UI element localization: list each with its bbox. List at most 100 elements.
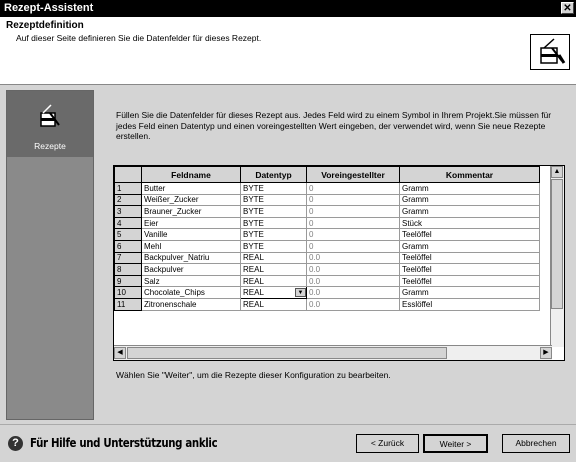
arrow-up-icon: ▲ xyxy=(553,168,561,175)
table-row[interactable]: 6 Mehl BYTE 0 Gramm xyxy=(114,239,540,253)
datentyp-cell[interactable]: REAL xyxy=(240,297,307,311)
feldname-cell[interactable]: Backpulver_Natriu xyxy=(141,251,241,265)
row-number: 2 xyxy=(114,193,142,207)
feldname-cell[interactable]: Chocolate_Chips xyxy=(141,286,241,299)
voreingestellter-cell[interactable]: 0 xyxy=(306,182,400,195)
chevron-down-icon[interactable]: ▼ xyxy=(295,288,306,298)
vertical-scroll-thumb[interactable] xyxy=(551,179,563,309)
close-icon: ✕ xyxy=(563,3,572,14)
datentyp-cell[interactable]: BYTE xyxy=(240,216,307,230)
scroll-left-button[interactable]: ◀ xyxy=(114,347,126,359)
window-title: Rezept-Assistent xyxy=(4,2,94,14)
datentyp-cell[interactable]: REAL xyxy=(240,251,307,265)
column-header-kommentar[interactable]: Kommentar xyxy=(399,166,540,183)
sidebar-item-label: Rezepte xyxy=(34,141,66,151)
voreingestellter-cell[interactable]: 0 xyxy=(306,193,400,207)
row-number: 9 xyxy=(114,274,142,288)
table-row[interactable]: 10 Chocolate_Chips REAL ▼ 0.0 Gramm xyxy=(114,286,540,299)
scroll-right-button[interactable]: ▶ xyxy=(540,347,552,359)
voreingestellter-cell[interactable]: 0 xyxy=(306,239,400,253)
voreingestellter-cell[interactable]: 0 xyxy=(306,205,400,218)
table-row[interactable]: 8 Backpulver REAL 0.0 Teelöffel xyxy=(114,263,540,276)
horizontal-scrollbar[interactable]: ◀ ▶ xyxy=(114,345,552,360)
feldname-cell[interactable]: Mehl xyxy=(141,239,241,253)
cancel-button[interactable]: Abbrechen xyxy=(502,434,570,453)
feldname-cell[interactable]: Zitronenschale xyxy=(141,297,241,311)
recipe-fields-table: Feldname Datentyp Voreingestellter Komme… xyxy=(113,165,565,361)
row-number: 8 xyxy=(114,263,142,276)
help-icon[interactable]: ? xyxy=(8,436,23,451)
table-row[interactable]: 7 Backpulver_Natriu REAL 0.0 Teelöffel xyxy=(114,251,540,265)
table-row[interactable]: 1 Butter BYTE 0 Gramm xyxy=(114,182,540,195)
table-row[interactable]: 2 Weißer_Zucker BYTE 0 Gramm xyxy=(114,193,540,207)
row-number: 7 xyxy=(114,251,142,265)
column-header-datentyp[interactable]: Datentyp xyxy=(240,166,307,183)
row-number-header xyxy=(114,166,142,183)
help-link[interactable]: Für Hilfe und Unterstützung anklic xyxy=(30,436,218,450)
datentyp-cell[interactable]: BYTE xyxy=(240,228,307,241)
kommentar-cell[interactable]: Teelöffel xyxy=(399,274,540,288)
table-row[interactable]: 4 Eier BYTE 0 Stück xyxy=(114,216,540,230)
table-row[interactable]: 3 Brauner_Zucker BYTE 0 Gramm xyxy=(114,205,540,218)
recipe-icon xyxy=(37,103,63,131)
data-grid: Feldname Datentyp Voreingestellter Komme… xyxy=(114,166,540,311)
kommentar-cell[interactable]: Stück xyxy=(399,216,540,230)
kommentar-cell[interactable]: Teelöffel xyxy=(399,251,540,265)
datentyp-cell[interactable]: REAL xyxy=(240,263,307,276)
datentyp-cell[interactable]: BYTE xyxy=(240,239,307,253)
column-header-feldname[interactable]: Feldname xyxy=(141,166,241,183)
datentyp-cell[interactable]: REAL xyxy=(240,274,307,288)
kommentar-cell[interactable]: Teelöffel xyxy=(399,263,540,276)
back-button[interactable]: < Zurück xyxy=(356,434,419,453)
table-row[interactable]: 5 Vanille BYTE 0 Teelöffel xyxy=(114,228,540,241)
datentyp-value: REAL xyxy=(243,288,264,298)
table-row[interactable]: 9 Salz REAL 0.0 Teelöffel xyxy=(114,274,540,288)
kommentar-cell[interactable]: Gramm xyxy=(399,193,540,207)
feldname-cell[interactable]: Salz xyxy=(141,274,241,288)
kommentar-cell[interactable]: Gramm xyxy=(399,239,540,253)
kommentar-cell[interactable]: Teelöffel xyxy=(399,228,540,241)
feldname-cell[interactable]: Weißer_Zucker xyxy=(141,193,241,207)
voreingestellter-cell[interactable]: 0.0 xyxy=(306,263,400,276)
table-row[interactable]: 11 Zitronenschale REAL 0.0 Esslöffel xyxy=(114,297,540,311)
scroll-up-button[interactable]: ▲ xyxy=(551,166,563,178)
row-number: 3 xyxy=(114,205,142,218)
intro-text: Füllen Sie die Datenfelder für dieses Re… xyxy=(116,110,552,141)
column-header-voreingestellter[interactable]: Voreingestellter xyxy=(306,166,400,183)
feldname-cell[interactable]: Butter xyxy=(141,182,241,195)
sidebar-item-rezepte[interactable]: Rezepte xyxy=(7,91,93,157)
row-number: 1 xyxy=(114,182,142,195)
feldname-cell[interactable]: Eier xyxy=(141,216,241,230)
row-number: 4 xyxy=(114,216,142,230)
sidebar: Rezepte xyxy=(6,90,94,420)
datentyp-cell[interactable]: BYTE xyxy=(240,193,307,207)
header: Rezeptdefinition Auf dieser Seite defini… xyxy=(0,17,576,85)
kommentar-cell[interactable]: Gramm xyxy=(399,182,540,195)
recipe-icon xyxy=(530,34,570,70)
voreingestellter-cell[interactable]: 0 xyxy=(306,228,400,241)
feldname-cell[interactable]: Backpulver xyxy=(141,263,241,276)
close-button[interactable]: ✕ xyxy=(561,2,574,14)
voreingestellter-cell[interactable]: 0.0 xyxy=(306,286,400,299)
voreingestellter-cell[interactable]: 0 xyxy=(306,216,400,230)
voreingestellter-cell[interactable]: 0.0 xyxy=(306,251,400,265)
table-header-row: Feldname Datentyp Voreingestellter Komme… xyxy=(114,166,540,183)
vertical-scrollbar[interactable]: ▲ xyxy=(550,166,564,347)
kommentar-cell[interactable]: Esslöffel xyxy=(399,297,540,311)
kommentar-cell[interactable]: Gramm xyxy=(399,286,540,299)
datentyp-cell[interactable]: BYTE xyxy=(240,182,307,195)
datentyp-dropdown[interactable]: REAL ▼ xyxy=(240,286,307,299)
kommentar-cell[interactable]: Gramm xyxy=(399,205,540,218)
feldname-cell[interactable]: Vanille xyxy=(141,228,241,241)
horizontal-scroll-thumb[interactable] xyxy=(127,347,447,359)
voreingestellter-cell[interactable]: 0.0 xyxy=(306,297,400,311)
row-number: 10 xyxy=(114,286,142,299)
arrow-right-icon: ▶ xyxy=(543,349,549,356)
datentyp-cell[interactable]: BYTE xyxy=(240,205,307,218)
next-button[interactable]: Weiter > xyxy=(423,434,488,453)
footer: ? Für Hilfe und Unterstützung anklic < Z… xyxy=(0,424,576,462)
voreingestellter-cell[interactable]: 0.0 xyxy=(306,274,400,288)
feldname-cell[interactable]: Brauner_Zucker xyxy=(141,205,241,218)
row-number: 5 xyxy=(114,228,142,241)
arrow-left-icon: ◀ xyxy=(117,349,123,356)
